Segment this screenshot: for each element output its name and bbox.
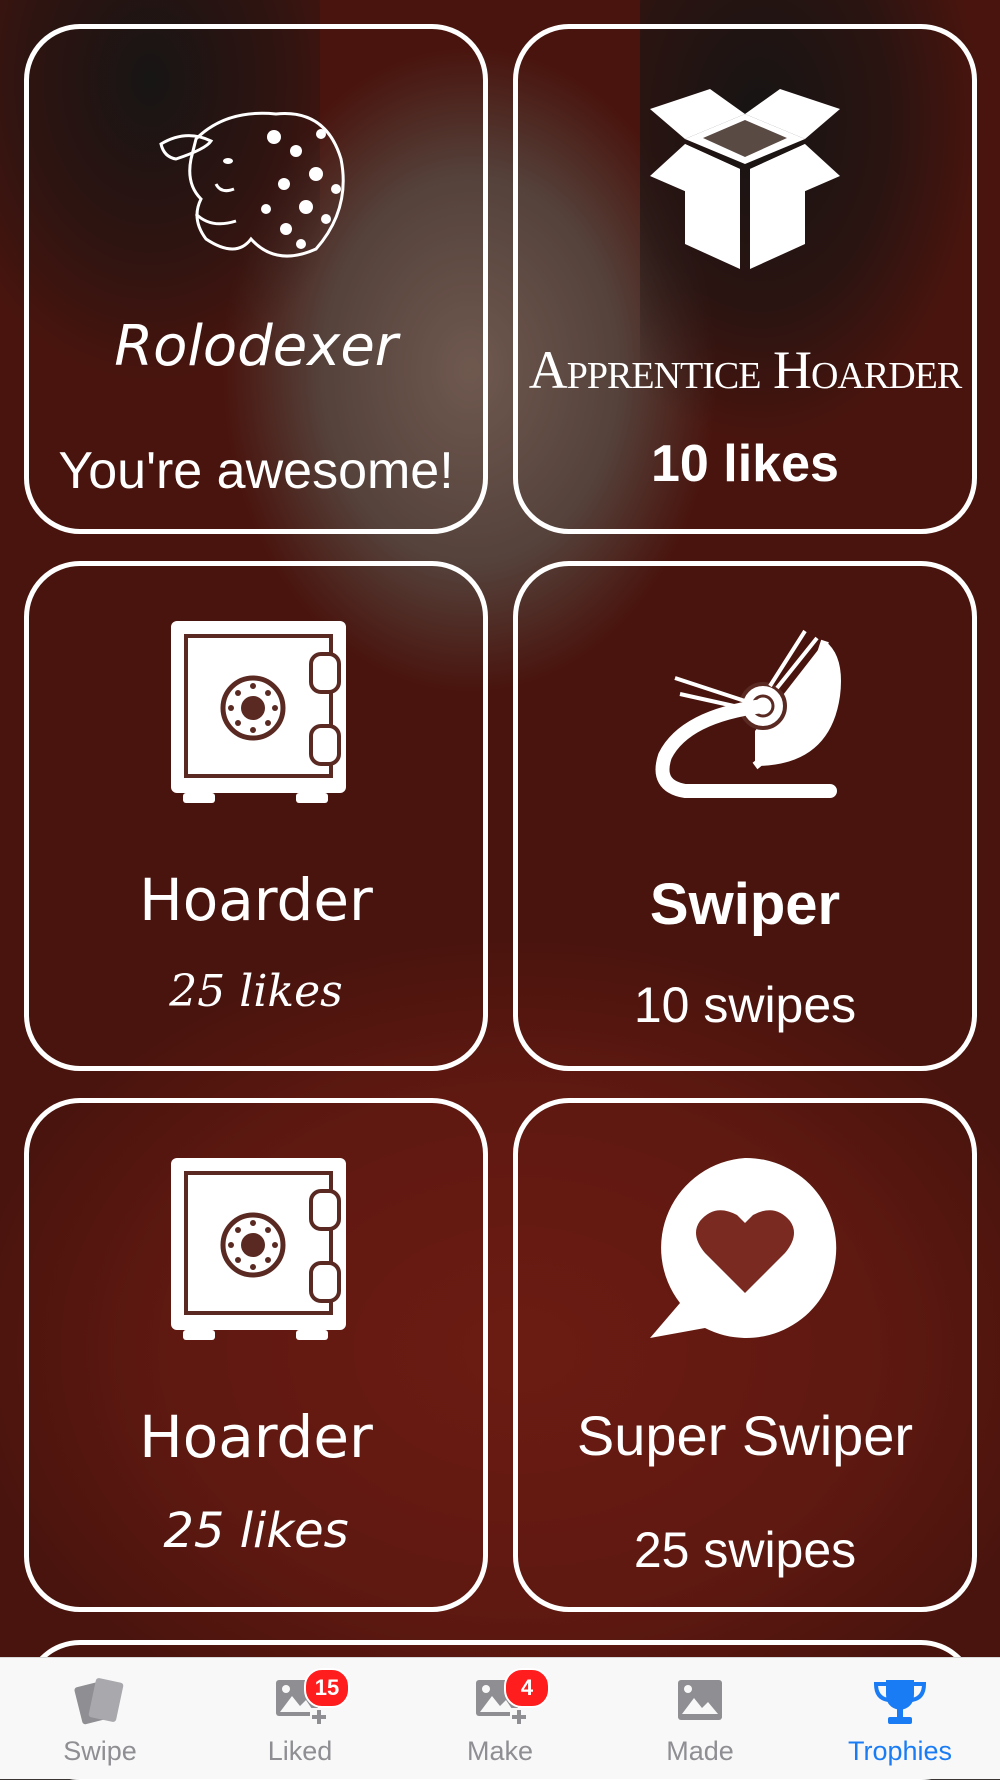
image-icon bbox=[678, 1680, 722, 1720]
tab-label: Made bbox=[666, 1736, 734, 1766]
cards-icon bbox=[74, 1678, 124, 1725]
trophy-card-apprentice-hoarder[interactable]: Apprentice Hoarder 10 likes bbox=[513, 24, 977, 534]
trophy-title: Super Swiper bbox=[576, 1404, 914, 1467]
tab-trophies[interactable]: Trophies bbox=[800, 1658, 1000, 1779]
tab-label: Liked bbox=[267, 1736, 333, 1766]
satellite-dish-icon bbox=[655, 629, 841, 798]
sheep-icon bbox=[159, 111, 345, 258]
tab-label: Swipe bbox=[63, 1736, 137, 1766]
trophy-icon bbox=[873, 1680, 927, 1724]
open-box-icon bbox=[650, 89, 840, 269]
trophy-subtitle: You're awesome! bbox=[58, 442, 454, 500]
trophy-title: Swiper bbox=[649, 872, 841, 937]
heart-speech-bubble-icon bbox=[650, 1157, 837, 1338]
trophy-title: Rolodexer bbox=[114, 314, 398, 379]
trophy-title: Apprentice Hoarder bbox=[528, 340, 962, 400]
tab-made[interactable]: Made bbox=[600, 1658, 800, 1779]
make-count-badge: 4 bbox=[504, 1668, 550, 1708]
trophy-subtitle: 10 likes bbox=[651, 435, 839, 493]
tab-label: Make bbox=[466, 1736, 534, 1766]
liked-count-badge: 15 bbox=[304, 1668, 350, 1708]
tab-label: Trophies bbox=[847, 1736, 953, 1766]
safe-icon bbox=[171, 1158, 346, 1340]
tab-bar: Swipe 15 Liked 4 Make Made Trophies bbox=[0, 1657, 1000, 1779]
tab-liked[interactable]: 15 Liked bbox=[200, 1658, 400, 1779]
trophy-card-hoarder-2[interactable]: Hoarder 25 likes bbox=[24, 1098, 488, 1612]
trophy-card-super-swiper[interactable]: Super Swiper 25 swipes bbox=[513, 1098, 977, 1612]
trophy-card-rolodexer[interactable]: Rolodexer You're awesome! bbox=[24, 24, 488, 534]
safe-icon bbox=[171, 621, 346, 803]
tab-swipe[interactable]: Swipe bbox=[0, 1658, 200, 1779]
trophy-subtitle: 25 likes bbox=[169, 966, 343, 1017]
trophy-card-hoarder[interactable]: Hoarder 25 likes bbox=[24, 561, 488, 1071]
trophy-subtitle: 10 swipes bbox=[633, 977, 857, 1033]
trophy-title: Hoarder bbox=[139, 1403, 373, 1471]
trophy-subtitle: 25 likes bbox=[163, 1503, 349, 1559]
trophy-title: Hoarder bbox=[139, 866, 373, 934]
trophy-subtitle: 25 swipes bbox=[633, 1522, 857, 1578]
trophy-card-swiper[interactable]: Swiper 10 swipes bbox=[513, 561, 977, 1071]
tab-make[interactable]: 4 Make bbox=[400, 1658, 600, 1779]
